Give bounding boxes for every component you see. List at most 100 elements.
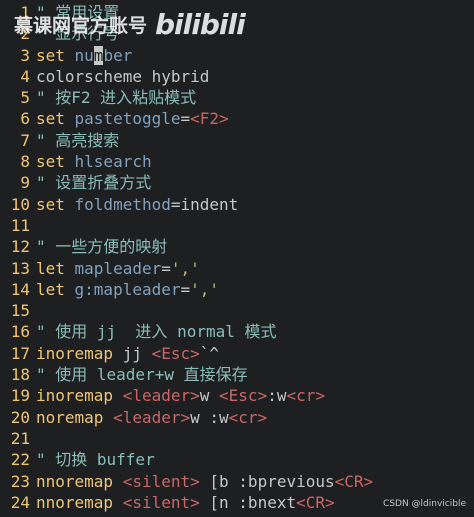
code-token: let: [36, 258, 75, 278]
code-token: colorscheme hybrid: [36, 66, 210, 86]
line-code: let g:mapleader=',': [36, 279, 219, 300]
code-line[interactable]: 11: [0, 215, 474, 236]
code-token: inoremap: [36, 343, 123, 363]
code-line[interactable]: 5 " 按F2 进入粘贴模式: [0, 87, 474, 108]
code-token: ber: [103, 45, 133, 65]
line-code: " 高亮搜索: [36, 130, 119, 151]
code-token: " 常用设置: [36, 3, 120, 22]
code-line[interactable]: 10 set foldmethod=indent: [0, 194, 474, 215]
line-number: 2: [20, 24, 30, 44]
code-token: " 切换 buffer: [36, 450, 155, 470]
line-number: 19: [10, 386, 30, 406]
line-number: 11: [10, 215, 30, 235]
code-token: w :w: [190, 407, 229, 427]
code-token: <leader>: [113, 407, 191, 427]
code-token: g:mapleader: [74, 279, 181, 299]
line-number: 12: [10, 237, 30, 257]
code-line[interactable]: 4 colorscheme hybrid: [0, 66, 474, 87]
code-token: =: [180, 109, 191, 129]
line-code: nnoremap <silent> [b :bprevious<CR>: [36, 471, 373, 492]
line-code: " 切换 buffer: [36, 449, 155, 470]
code-token: ',': [170, 258, 200, 278]
code-token: <leader>: [122, 386, 200, 406]
code-line[interactable]: 1 " 常用设置: [0, 2, 474, 23]
line-number: 8: [20, 152, 30, 172]
code-line[interactable]: 21: [0, 428, 474, 449]
line-code: nnoremap <silent> [n :bnext<CR>: [36, 492, 335, 513]
code-token: <CR>: [296, 492, 335, 512]
code-line[interactable]: 7 " 高亮搜索: [0, 130, 474, 151]
code-line[interactable]: 18 " 使用 leader+w 直接保存: [0, 364, 474, 385]
line-number: 17: [10, 343, 30, 363]
code-token: noremap: [36, 407, 114, 427]
line-code: " 一些方便的映射: [36, 236, 167, 257]
code-token: pastetoggle: [74, 109, 181, 129]
line-number: 15: [10, 301, 30, 321]
line-code: set foldmethod=indent: [36, 194, 238, 215]
code-token: mapleader: [74, 258, 162, 278]
line-code: set hlsearch: [36, 151, 152, 172]
code-token: <CR>: [334, 471, 374, 491]
code-token: [n :bnext: [199, 492, 297, 512]
code-line[interactable]: 15: [0, 300, 474, 321]
code-line[interactable]: 12 " 一些方便的映射: [0, 236, 474, 257]
line-code: set pastetoggle=<F2>: [36, 108, 229, 129]
code-token: " 显示行号: [36, 24, 120, 44]
code-token: nu: [74, 45, 94, 65]
code-token: nnoremap: [36, 492, 123, 512]
code-token: <silent>: [122, 492, 200, 512]
code-line[interactable]: 23 nnoremap <silent> [b :bprevious<CR>: [0, 471, 474, 492]
line-code: " 设置折叠方式: [36, 172, 151, 193]
code-token: " 使用 leader+w 直接保存: [36, 365, 248, 385]
code-token: " 使用 jj 进入 normal 模式: [36, 322, 277, 342]
code-line[interactable]: 22 " 切换 buffer: [0, 449, 474, 470]
line-number: 1: [20, 3, 30, 22]
code-line[interactable]: 20 noremap <leader>w :w<cr>: [0, 407, 474, 428]
line-number: 7: [20, 130, 30, 150]
line-code: " 使用 leader+w 直接保存: [36, 364, 248, 385]
code-token: [b :bprevious: [199, 471, 335, 491]
csdn-credit: CSDN @ldinvicible: [383, 499, 466, 509]
code-token: <F2>: [190, 109, 229, 129]
code-token: <silent>: [122, 471, 200, 491]
line-code: let mapleader=',': [36, 258, 200, 279]
line-code: inoremap <leader>w <Esc>:w<cr>: [36, 385, 325, 406]
line-number: 6: [20, 109, 30, 129]
line-code: " 按F2 进入粘贴模式: [36, 87, 196, 108]
code-line[interactable]: 3 set number: [0, 45, 474, 66]
text-cursor: m: [93, 45, 104, 65]
code-token: nnoremap: [36, 471, 123, 491]
code-line[interactable]: 14 let g:mapleader=',': [0, 279, 474, 300]
code-token: <Esc>: [151, 343, 200, 363]
code-token: <cr>: [228, 407, 268, 427]
code-token: <Esc>: [219, 386, 268, 406]
code-token: " 设置折叠方式: [36, 173, 152, 193]
line-number: 24: [10, 492, 30, 512]
code-line[interactable]: 19 inoremap <leader>w <Esc>:w<cr>: [0, 385, 474, 406]
code-token: =indent: [170, 194, 239, 214]
line-number: 14: [10, 279, 30, 299]
line-number: 4: [20, 66, 30, 86]
line-code: " 常用设置: [36, 2, 119, 23]
line-number: 10: [10, 194, 30, 214]
code-token: let: [36, 279, 75, 299]
line-number: 20: [10, 407, 30, 427]
code-line[interactable]: 2 " 显示行号: [0, 23, 474, 44]
line-number: 23: [10, 471, 30, 491]
code-line[interactable]: 13 let mapleader=',': [0, 258, 474, 279]
code-line[interactable]: 9 " 设置折叠方式: [0, 172, 474, 193]
code-line[interactable]: 16 " 使用 jj 进入 normal 模式: [0, 321, 474, 342]
line-number: 18: [10, 365, 30, 385]
code-token: `^: [199, 343, 220, 363]
line-number: 13: [10, 258, 30, 278]
line-number: 3: [20, 45, 30, 65]
code-token: ',': [190, 279, 220, 299]
line-number: 21: [10, 428, 30, 448]
code-token: w: [199, 386, 220, 406]
vim-editor[interactable]: 1 " 常用设置 2 " 显示行号 3 set number 4 colorscheme hy…: [0, 2, 474, 513]
code-line[interactable]: 17 inoremap jj <Esc>`^: [0, 343, 474, 364]
code-line[interactable]: 6 set pastetoggle=<F2>: [0, 108, 474, 129]
code-line[interactable]: 8 set hlsearch: [0, 151, 474, 172]
line-code: inoremap jj <Esc>`^: [36, 343, 219, 364]
line-code: colorscheme hybrid: [36, 66, 209, 87]
